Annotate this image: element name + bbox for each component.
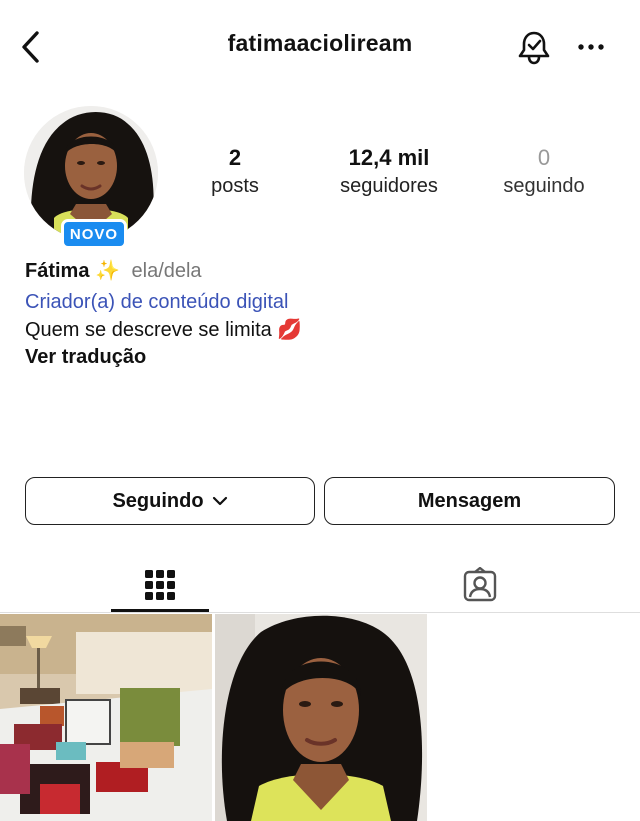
stat-followers[interactable]: 12,4 mil seguidores [324, 144, 454, 200]
message-button[interactable]: Mensagem [324, 477, 615, 525]
stat-posts[interactable]: 2 posts [185, 144, 285, 200]
tab-grid[interactable] [111, 558, 209, 612]
notifications-button[interactable] [514, 28, 554, 68]
bio-text: Quem se descreve se limita [25, 319, 272, 341]
following-count: 0 [537, 145, 551, 170]
chevron-down-icon [212, 496, 227, 506]
tabs-divider [0, 612, 640, 613]
more-horizontal-icon [578, 44, 604, 50]
following-label: seguindo [503, 175, 585, 197]
more-options-button[interactable] [572, 30, 610, 64]
post-thumbnail[interactable] [0, 614, 212, 821]
new-badge: NOVO [61, 219, 127, 249]
following-button[interactable]: Seguindo [25, 477, 315, 525]
followers-count: 12,4 mil [348, 145, 430, 170]
tab-tagged[interactable] [430, 558, 530, 612]
message-button-label: Mensagem [417, 489, 522, 512]
sparkles-emoji: ✨ [95, 260, 120, 282]
pronouns: ela/dela [131, 260, 202, 282]
profile-bio: Quem se descreve se limita 💋 [25, 316, 302, 344]
following-button-label: Seguindo [112, 489, 204, 512]
posts-label: posts [211, 175, 259, 197]
posts-count: 2 [228, 145, 242, 170]
see-translation-link[interactable]: Ver tradução [25, 343, 146, 371]
post-thumbnail[interactable] [215, 614, 427, 821]
stat-following[interactable]: 0 seguindo [490, 144, 598, 200]
grid-icon [145, 570, 175, 600]
profile-category[interactable]: Criador(a) de conteúdo digital [25, 288, 289, 316]
tagged-person-icon [463, 567, 497, 602]
bell-icon [518, 31, 550, 65]
profile-name-line: Fátima ✨ ela/dela [25, 257, 202, 285]
followers-label: seguidores [340, 175, 438, 197]
kiss-emoji: 💋 [277, 319, 303, 341]
profile-name: Fátima [25, 260, 90, 282]
